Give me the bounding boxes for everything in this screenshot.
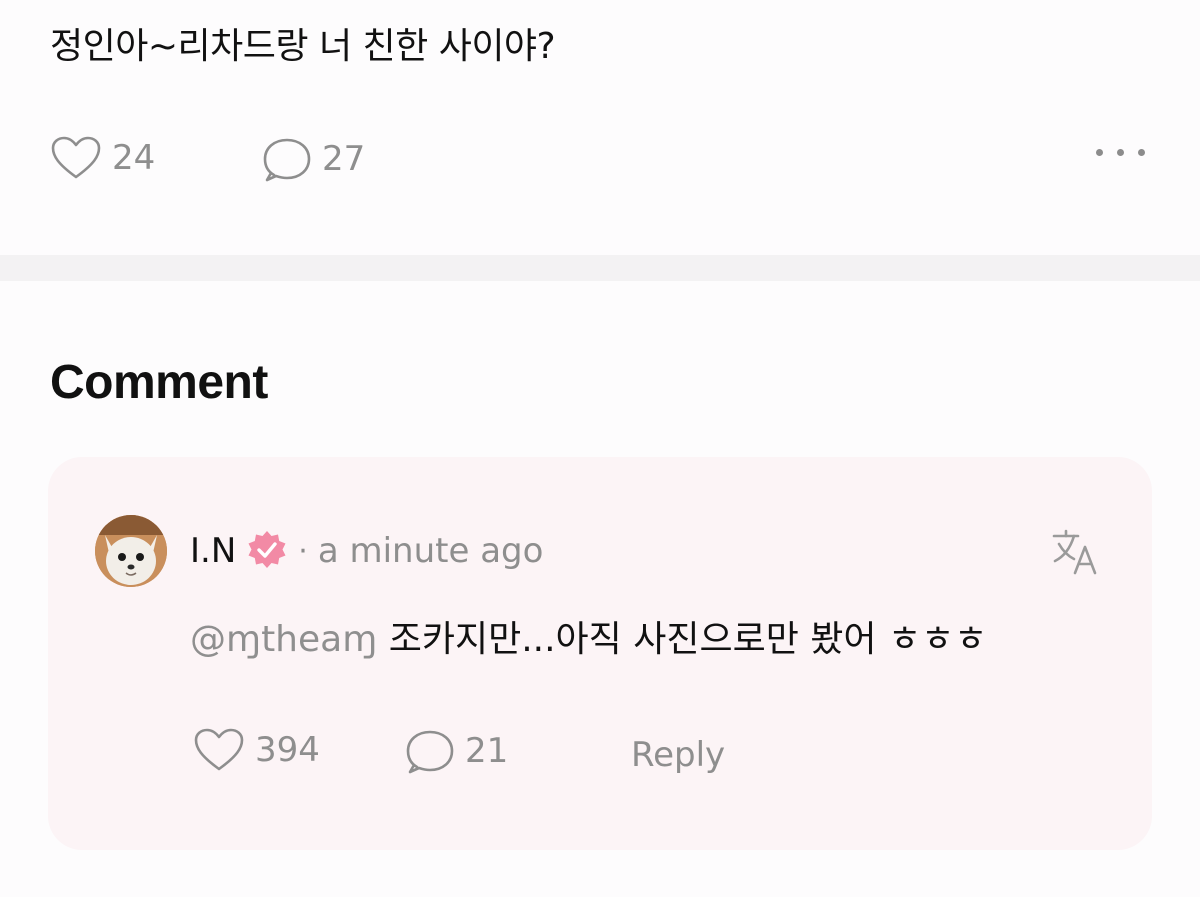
post-like-button[interactable]: 24 [50, 135, 155, 181]
heart-icon [51, 136, 101, 179]
comment-section-title: Comment [50, 356, 268, 409]
post-comment-button[interactable]: 27 [262, 135, 365, 183]
avatar-image [95, 515, 167, 587]
heart-icon [194, 728, 244, 771]
comment-timestamp: a minute ago [317, 531, 544, 571]
post-comment-count: 27 [322, 139, 366, 179]
comment-like-count: 394 [255, 730, 320, 770]
comment-card: I.N · a minute ago @ɱtheaɱ 조카지만...아직 사진으… [48, 457, 1152, 850]
comment-reply-count-button[interactable]: 21 [405, 727, 508, 775]
more-dot [1117, 149, 1124, 156]
author-name[interactable]: I.N [190, 531, 236, 571]
comment-bubble-icon [406, 730, 454, 774]
avatar[interactable] [95, 515, 167, 587]
comment-text: 조카지만...아직 사진으로만 봤어 ㅎㅎㅎ [377, 619, 988, 660]
verified-badge-icon [248, 531, 286, 568]
mention-link[interactable]: @ɱtheaɱ [190, 619, 377, 660]
separator-dot: · [298, 533, 308, 569]
comment-bubble-icon [263, 138, 311, 182]
comment-body: @ɱtheaɱ 조카지만...아직 사진으로만 봤어 ㅎㅎㅎ [190, 615, 987, 665]
reply-button[interactable]: Reply [631, 735, 725, 775]
more-options-button[interactable] [1096, 149, 1145, 156]
comment-actions: 394 21 Reply [193, 727, 793, 783]
translate-button[interactable] [1050, 527, 1102, 581]
comment-header: I.N · a minute ago [190, 529, 543, 573]
comment-like-button[interactable]: 394 [193, 727, 320, 773]
comment-reply-count: 21 [465, 731, 509, 771]
translate-icon [1052, 529, 1097, 575]
post-actions: 24 27 [50, 135, 1150, 189]
more-dot [1096, 149, 1103, 156]
more-dot [1138, 149, 1145, 156]
post-like-count: 24 [112, 138, 156, 178]
post-text: 정인아~리차드랑 너 친한 사이야? [50, 26, 556, 67]
section-divider [0, 255, 1200, 281]
